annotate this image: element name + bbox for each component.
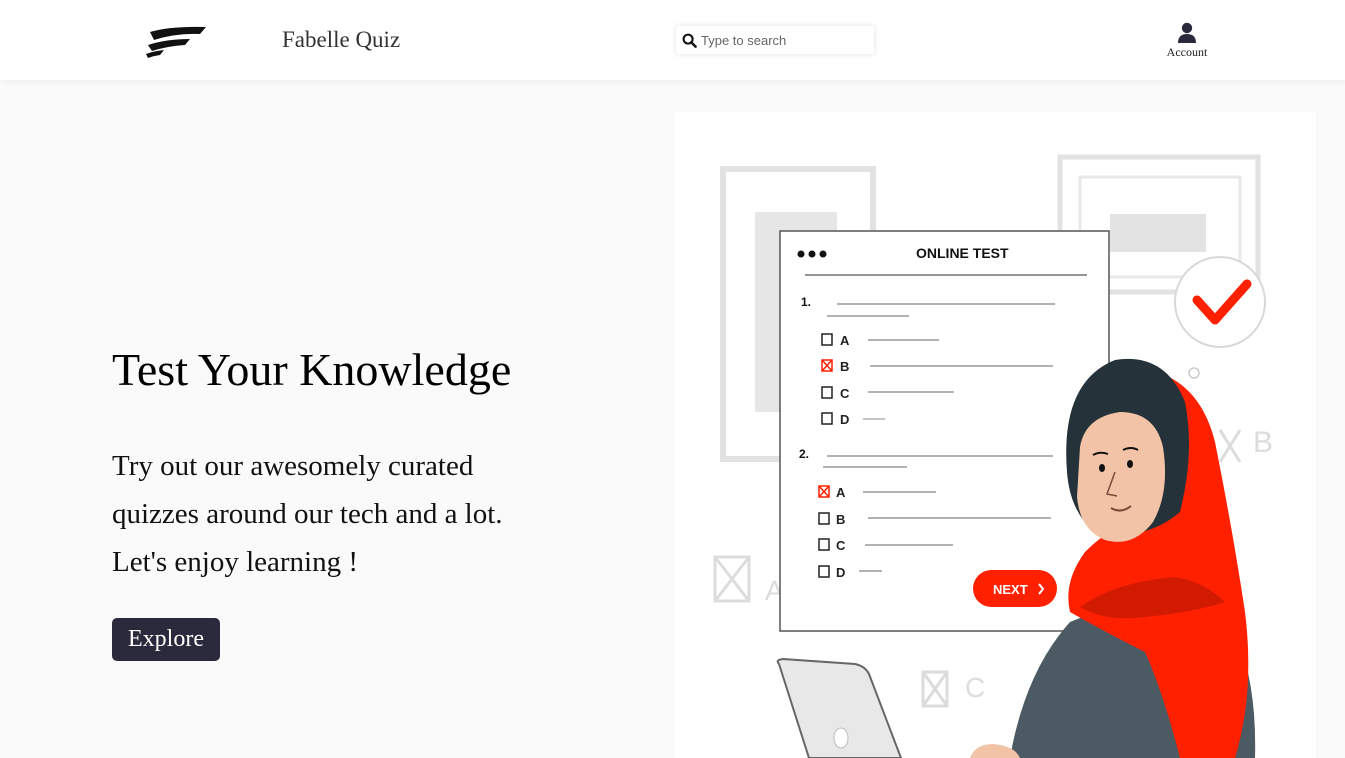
option-label: C [836, 538, 846, 553]
account-label: Account [1166, 45, 1208, 59]
option-label: B [840, 359, 849, 374]
next-label: NEXT [993, 582, 1028, 597]
option-label: B [836, 512, 845, 527]
fabelle-logo-icon[interactable] [140, 18, 212, 62]
hero-title: Test Your Knowledge [112, 344, 512, 395]
option-label: D [840, 412, 849, 427]
search-bar[interactable] [676, 26, 874, 54]
question-number: 1. [801, 295, 811, 309]
hero-description-line: quizzes around our tech and a lot. [112, 498, 503, 530]
user-icon [1178, 22, 1196, 43]
search-icon [682, 33, 697, 48]
hero-description-line: Try out our awesomely curated [112, 450, 474, 482]
option-label: A [836, 485, 846, 500]
test-heading: ONLINE TEST [916, 245, 1009, 261]
question-number: 2. [799, 447, 809, 461]
account-button[interactable]: Account [1160, 22, 1214, 60]
search-input[interactable] [701, 32, 866, 48]
option-label: C [840, 386, 850, 401]
hero-description: Try out our awesomely curated quizzes ar… [112, 442, 582, 586]
brand-name[interactable]: Fabelle Quiz [282, 27, 400, 53]
navbar: Fabelle Quiz Account [0, 0, 1345, 80]
bg-letter: B [1253, 426, 1273, 459]
option-label: D [836, 565, 845, 580]
online-test-illustration: B A C ONLINE TEST 1. A B C D 2. A B C D … [713, 154, 1273, 758]
option-label: A [840, 333, 850, 348]
hero-illustration: B A C ONLINE TEST 1. A B C D 2. A B C D … [675, 112, 1316, 758]
bg-letter: C [965, 672, 985, 703]
hero-description-line: Let's enjoy learning ! [112, 546, 359, 578]
explore-button[interactable]: Explore [112, 618, 220, 661]
